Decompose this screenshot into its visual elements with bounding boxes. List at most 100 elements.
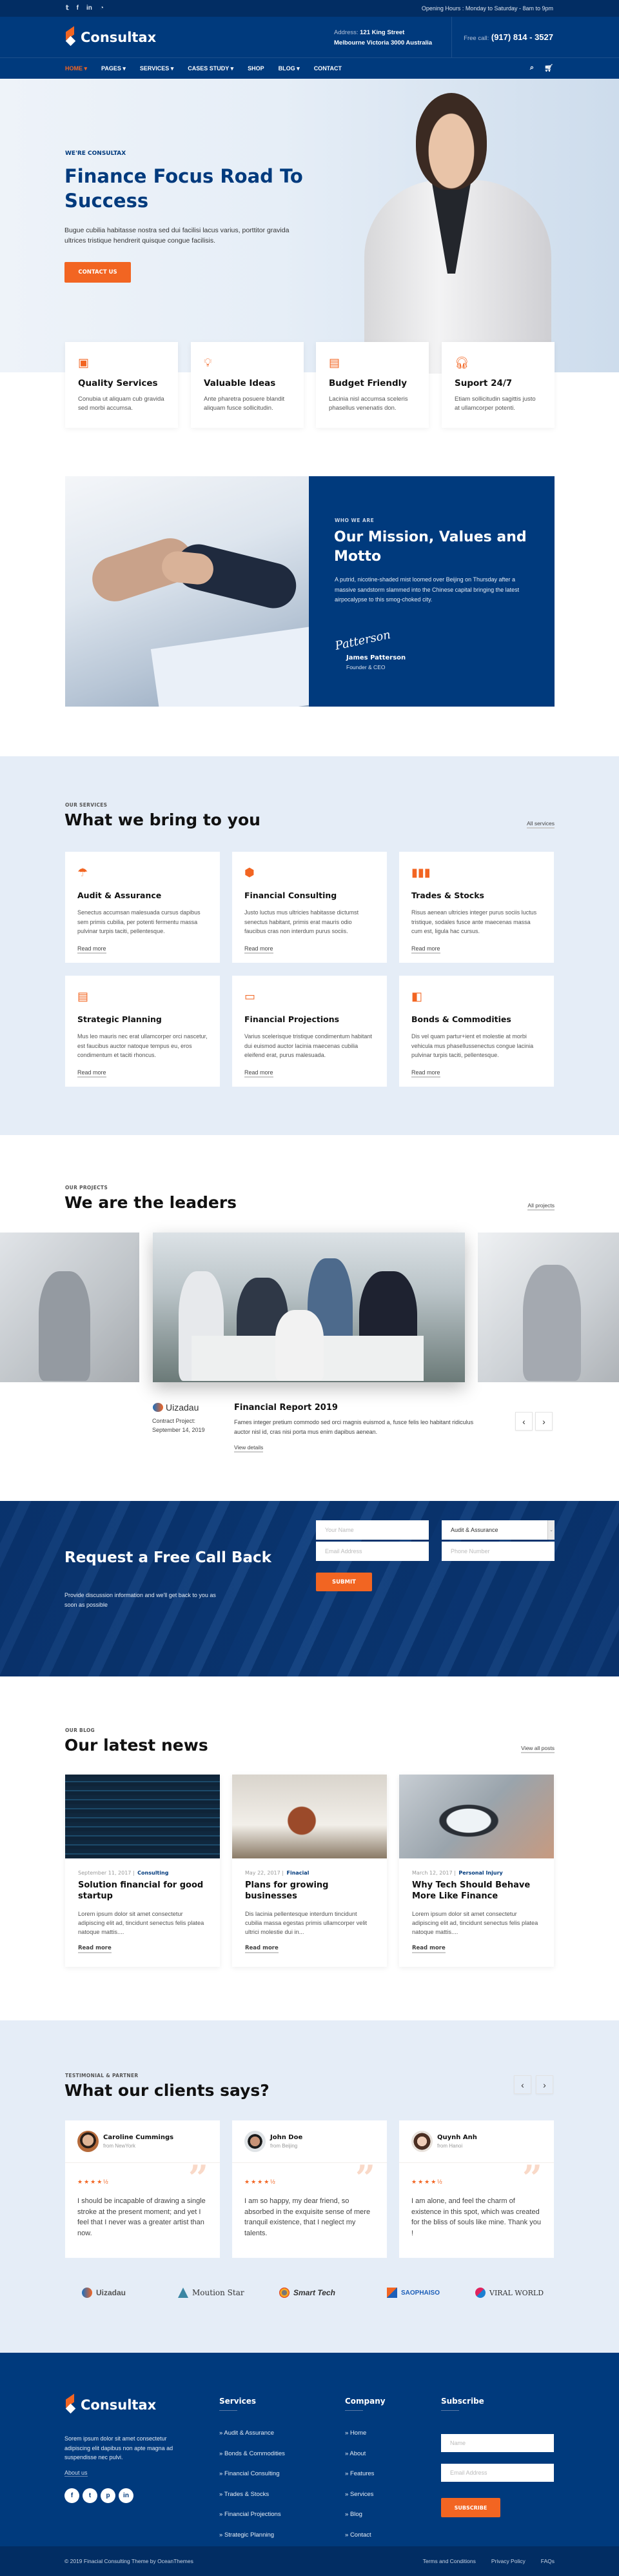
footer-link[interactable]: Blog bbox=[345, 2510, 386, 2519]
phone-number[interactable]: (917) 814 - 3527 bbox=[491, 32, 553, 42]
view-details-link[interactable]: View details bbox=[234, 1444, 264, 1453]
all-projects-link[interactable]: All projects bbox=[527, 1202, 555, 1211]
post-date: May 22, 2017 bbox=[245, 1870, 280, 1876]
projects-title: We are the leaders bbox=[64, 1193, 237, 1212]
read-more-link[interactable]: Read more bbox=[245, 1945, 279, 1953]
twitter-icon[interactable]: 𝕥 bbox=[66, 5, 69, 12]
chevron-right-icon: › bbox=[543, 2079, 546, 2090]
terms-link[interactable]: Terms and Conditions bbox=[423, 2558, 476, 2564]
read-more-link[interactable]: Read more bbox=[77, 1069, 106, 1078]
submit-button[interactable]: SUBMIT bbox=[316, 1573, 372, 1591]
all-services-link[interactable]: All services bbox=[527, 820, 555, 829]
read-more-link[interactable]: Read more bbox=[411, 945, 440, 954]
read-more-link[interactable]: Read more bbox=[77, 945, 106, 954]
client-name: Caroline Cummings bbox=[103, 2134, 174, 2141]
footer-link[interactable]: Bonds & Commodities bbox=[219, 2450, 285, 2459]
read-more-link[interactable]: Read more bbox=[78, 1945, 112, 1953]
facebook-icon[interactable]: f bbox=[77, 5, 79, 12]
project-prev-button[interactable]: ‹ bbox=[515, 1412, 533, 1431]
footer-services: Services Audit & Assurance Bonds & Commo… bbox=[219, 2397, 285, 2551]
linkedin-icon[interactable]: in bbox=[119, 2488, 133, 2503]
phone-input[interactable]: Phone Number bbox=[442, 1542, 555, 1561]
nav-blog[interactable]: BLOG ▾ bbox=[279, 65, 300, 72]
subscribe-email-input[interactable]: Email Address bbox=[441, 2464, 554, 2482]
post-category[interactable]: Finacial bbox=[287, 1870, 310, 1876]
cart-icon[interactable]: 🛒︎ bbox=[544, 64, 553, 72]
client-location: from Beijing bbox=[270, 2143, 298, 2149]
project-image-next[interactable] bbox=[478, 1233, 619, 1382]
nav-home[interactable]: HOME ▾ bbox=[65, 65, 87, 72]
project-title: Financial Report 2019 bbox=[234, 1403, 338, 1413]
footer-link[interactable]: Audit & Assurance bbox=[219, 2429, 285, 2438]
linkedin-icon[interactable]: in bbox=[86, 5, 92, 12]
contact-us-button[interactable]: CONTACT US bbox=[64, 262, 131, 283]
footer-link[interactable]: Contact bbox=[345, 2531, 386, 2540]
post-category[interactable]: Consulting bbox=[137, 1870, 168, 1876]
twitter-icon[interactable]: t bbox=[83, 2488, 97, 2503]
post-category[interactable]: Personal Injury bbox=[458, 1870, 502, 1876]
post-excerpt: Dis lacinia pellentesque interdum tincid… bbox=[245, 1911, 368, 1935]
post-image[interactable] bbox=[65, 1775, 220, 1858]
faqs-link[interactable]: FAQs bbox=[541, 2558, 555, 2564]
footer-logo[interactable]: Consultax bbox=[65, 2397, 156, 2413]
footer-link[interactable]: Financial Projections bbox=[219, 2510, 285, 2519]
nav-contact[interactable]: CONTACT bbox=[314, 65, 342, 72]
nav-cases-study[interactable]: CASES STUDY ▾ bbox=[188, 65, 233, 72]
mission-panel: WHO WE ARE Our Mission, Values and Motto… bbox=[309, 476, 555, 707]
footer-link[interactable]: Features bbox=[345, 2470, 386, 2479]
post-title[interactable]: Why Tech Should Behave More Like Finance bbox=[412, 1880, 541, 1902]
testimonial-prev-button[interactable]: ‹ bbox=[514, 2075, 531, 2094]
service-title: Trades & Stocks bbox=[411, 891, 484, 900]
post-title[interactable]: Plans for growing businesses bbox=[245, 1880, 374, 1902]
search-icon[interactable]: ⌕ bbox=[530, 64, 534, 72]
project-text: Fames integer pretium commodo sed orci m… bbox=[234, 1419, 474, 1435]
footer-link[interactable]: Home bbox=[345, 2429, 386, 2438]
nav-services[interactable]: SERVICES ▾ bbox=[140, 65, 173, 72]
read-more-link[interactable]: Read more bbox=[244, 1069, 273, 1078]
email-input[interactable]: Email Address bbox=[316, 1542, 429, 1561]
projects-kicker: OUR PROJECTS bbox=[65, 1185, 108, 1191]
partner-logo[interactable]: Smart Tech bbox=[279, 2288, 335, 2298]
footer-link[interactable]: Services bbox=[345, 2490, 386, 2499]
testimonial-next-button[interactable]: › bbox=[536, 2075, 553, 2094]
footer-link[interactable]: Strategic Planning bbox=[219, 2531, 285, 2540]
footer-link[interactable]: Trades & Stocks bbox=[219, 2490, 285, 2499]
subscribe-name-input[interactable]: Name bbox=[441, 2434, 554, 2452]
project-next-button[interactable]: › bbox=[535, 1412, 553, 1431]
partner-logo[interactable]: Moution Star bbox=[178, 2288, 244, 2298]
blog-post-card: March 12, 2017 | Personal Injury Why Tec… bbox=[399, 1775, 554, 1967]
testimonial-text: I am alone, and feel the charm of existe… bbox=[411, 2197, 541, 2237]
service-card: ⬢ Financial Consulting Justo luctus mus … bbox=[232, 852, 387, 963]
project-image-prev[interactable] bbox=[0, 1233, 139, 1382]
nav-pages[interactable]: PAGES ▾ bbox=[101, 65, 126, 72]
privacy-link[interactable]: Privacy Policy bbox=[491, 2558, 526, 2564]
feature-title: Suport 24/7 bbox=[455, 378, 513, 388]
footer-link[interactable]: Financial Consulting bbox=[219, 2470, 285, 2479]
post-image[interactable] bbox=[232, 1775, 387, 1858]
logo[interactable]: Consultax bbox=[65, 29, 156, 46]
project-image-active[interactable] bbox=[153, 1233, 465, 1382]
about-us-link[interactable]: About us bbox=[64, 2470, 88, 2477]
view-all-posts-link[interactable]: View all posts bbox=[521, 1745, 555, 1753]
read-more-link[interactable]: Read more bbox=[412, 1945, 446, 1953]
footer-link[interactable]: About bbox=[345, 2450, 386, 2459]
hero-title: Finance Focus Road To Success bbox=[64, 165, 303, 212]
read-more-link[interactable]: Read more bbox=[411, 1069, 440, 1078]
partner-logo[interactable]: VIRAL WORLD bbox=[475, 2288, 544, 2298]
client-name: John Doe bbox=[270, 2134, 303, 2141]
post-image[interactable] bbox=[399, 1775, 554, 1858]
pinterest-icon[interactable]: p bbox=[101, 2488, 115, 2503]
service-select[interactable]: Audit & Assurance ⌄ bbox=[442, 1520, 555, 1540]
your-name-input[interactable]: Your Name bbox=[316, 1520, 429, 1540]
service-title: Strategic Planning bbox=[77, 1014, 162, 1024]
blog-post-card: September 11, 2017 | Consulting Solution… bbox=[65, 1775, 220, 1967]
post-title[interactable]: Solution financial for good startup bbox=[78, 1880, 207, 1902]
nav-shop[interactable]: SHOP bbox=[248, 65, 264, 72]
read-more-link[interactable]: Read more bbox=[244, 945, 273, 954]
quote-icon: ” bbox=[355, 2157, 375, 2199]
partner-logo[interactable]: Uizadau bbox=[82, 2288, 126, 2298]
rss-icon[interactable]: ◔ bbox=[100, 5, 104, 12]
facebook-icon[interactable]: f bbox=[64, 2488, 79, 2503]
subscribe-button[interactable]: SUBSCRIBE bbox=[441, 2498, 500, 2517]
partner-logo[interactable]: SAOPHAISO bbox=[387, 2288, 440, 2298]
